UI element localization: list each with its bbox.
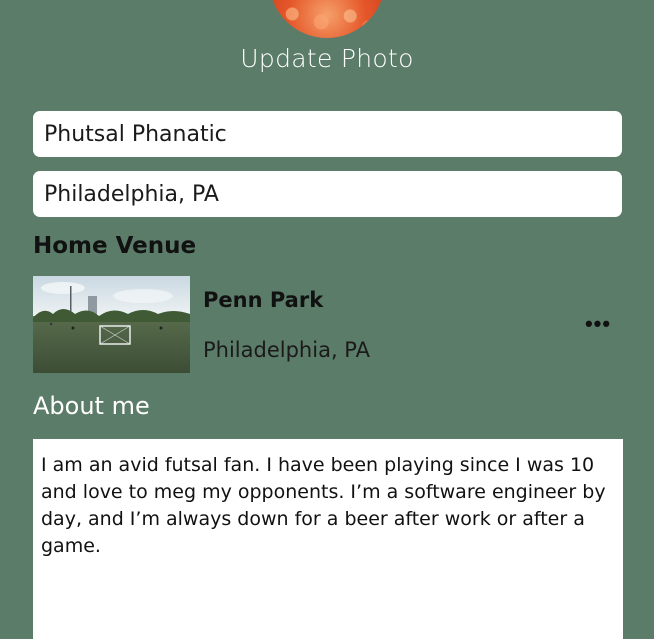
- update-photo-button[interactable]: Update Photo: [0, 44, 654, 73]
- profile-avatar[interactable]: [269, 0, 385, 38]
- avatar-image-detail: [269, 0, 385, 38]
- about-me-heading: About me: [33, 392, 150, 420]
- venue-photo: [33, 276, 190, 373]
- venue-thumbnail[interactable]: [33, 276, 190, 373]
- about-me-textarea[interactable]: I am an avid futsal fan. I have been pla…: [33, 439, 623, 639]
- venue-name: Penn Park: [203, 288, 324, 312]
- venue-city: Philadelphia, PA: [203, 338, 370, 362]
- location-input[interactable]: [33, 171, 622, 217]
- home-venue-heading: Home Venue: [33, 233, 197, 259]
- name-input[interactable]: [33, 111, 622, 157]
- more-options-icon[interactable]: •••: [580, 310, 616, 338]
